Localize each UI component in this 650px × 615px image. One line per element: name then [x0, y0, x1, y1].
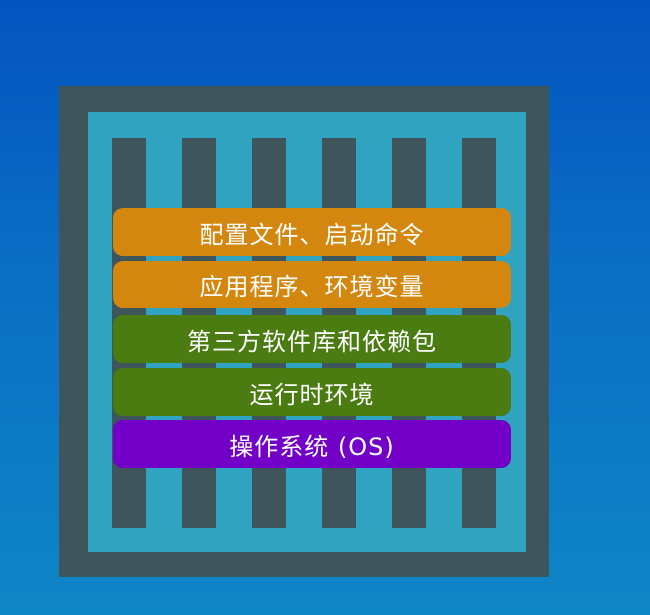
layer-runtime: 运行时环境	[113, 368, 511, 416]
layer-os: 操作系统 (OS)	[113, 420, 511, 468]
layer-label: 应用程序、环境变量	[199, 273, 425, 301]
layer-label: 操作系统 (OS)	[229, 432, 395, 461]
layer-label: 运行时环境	[249, 380, 375, 409]
layer-label: 配置文件、启动命令	[199, 220, 425, 249]
layer-label: 第三方软件库和依赖包	[187, 327, 437, 356]
layer-app-env: 应用程序、环境变量	[113, 261, 511, 308]
layer-config-startup: 配置文件、启动命令	[113, 208, 511, 256]
layer-libraries-deps: 第三方软件库和依赖包	[113, 315, 511, 363]
